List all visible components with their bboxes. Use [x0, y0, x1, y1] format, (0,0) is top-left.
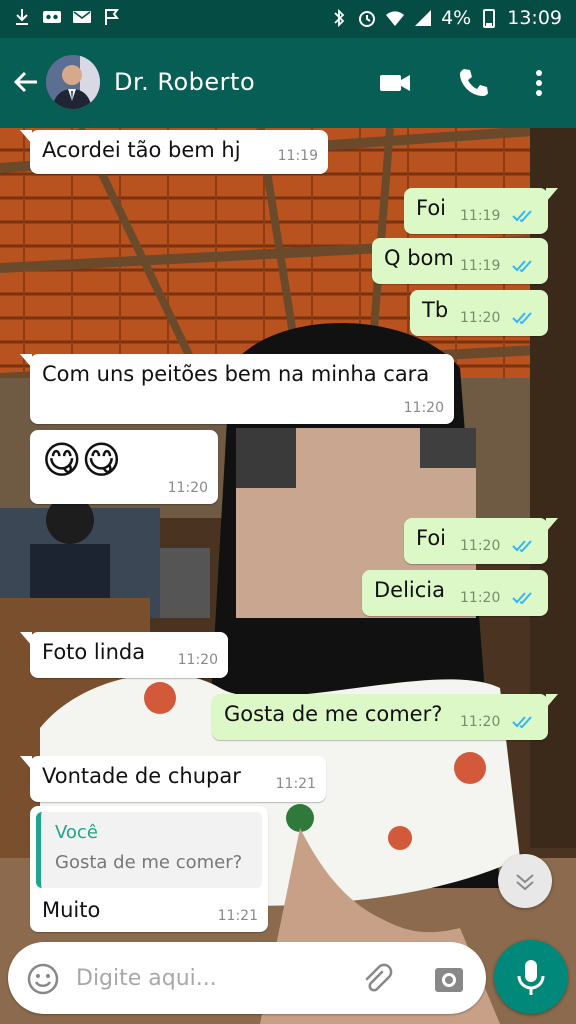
message-emoji: 😋😋	[42, 438, 122, 482]
message-outgoing[interactable]: Foi 11:19	[404, 188, 558, 234]
camera-icon[interactable]	[432, 962, 466, 996]
read-receipt-icon	[512, 210, 532, 223]
voicemail-icon	[43, 11, 61, 23]
message-time: 11:19	[277, 148, 318, 164]
read-receipt-icon	[512, 312, 532, 325]
message-text: Delicia	[374, 578, 446, 602]
read-receipt-icon	[512, 716, 532, 729]
message-incoming[interactable]: 😋😋 11:20	[30, 430, 218, 504]
download-icon	[16, 9, 28, 25]
quoted-message[interactable]: Você Gosta de me comer?	[36, 812, 262, 888]
contact-name[interactable]: Dr. Roberto	[114, 68, 255, 96]
more-vert-icon[interactable]	[522, 66, 556, 100]
mail-icon	[73, 11, 91, 23]
message-input[interactable]	[76, 960, 346, 996]
message-outgoing[interactable]: Q bom 11:19	[372, 238, 548, 284]
mic-button[interactable]	[494, 940, 568, 1014]
message-incoming[interactable]: Com uns peitões bem na minha cara 11:20	[20, 354, 454, 424]
message-time: 11:19	[460, 208, 501, 224]
scroll-to-bottom-button[interactable]	[498, 854, 552, 908]
message-text: Foi	[416, 526, 447, 550]
message-outgoing[interactable]: Tb 11:20	[410, 290, 548, 336]
message-text: Acordei tão bem hj	[42, 138, 241, 162]
message-time: 11:20	[460, 538, 501, 554]
chat-area[interactable]: Acordei tão bem hj 11:19 Foi 11:19 Q bom…	[0, 128, 576, 1024]
status-bar: 4% 13:09	[0, 0, 576, 38]
message-time: 11:20	[460, 590, 501, 606]
emoji-icon[interactable]	[26, 962, 60, 996]
video-call-icon[interactable]	[378, 66, 412, 100]
message-incoming[interactable]: Acordei tão bem hj 11:19	[20, 130, 328, 174]
bluetooth-mute-icon	[334, 8, 345, 28]
message-text: Muito	[42, 898, 101, 922]
alarm-icon	[359, 11, 376, 27]
battery-percent: 4%	[441, 7, 472, 29]
quoted-text: Gosta de me comer?	[55, 852, 243, 873]
message-incoming-reply[interactable]: Você Gosta de me comer? Muito 11:21	[30, 806, 268, 932]
message-time: 11:20	[460, 310, 501, 326]
chat-header: Dr. Roberto	[0, 38, 576, 128]
message-text: Q bom	[384, 246, 454, 270]
read-receipt-icon	[512, 260, 532, 273]
chevron-down-icon	[516, 874, 534, 891]
message-time: 11:20	[460, 714, 501, 730]
message-text: Tb	[422, 298, 449, 322]
avatar[interactable]	[46, 55, 100, 109]
quoted-author: Você	[55, 822, 98, 843]
message-outgoing[interactable]: Gosta de me comer? 11:20	[212, 694, 558, 740]
message-time: 11:20	[177, 652, 218, 668]
wifi-icon	[386, 11, 405, 26]
message-text: Gosta de me comer?	[224, 702, 443, 726]
message-text: Foto linda	[42, 640, 146, 664]
message-text: Vontade de chupar	[42, 764, 241, 788]
attach-icon[interactable]	[360, 962, 394, 996]
message-text: Com uns peitões bem na minha cara	[42, 362, 430, 386]
read-receipt-icon	[512, 540, 532, 553]
message-time: 11:19	[460, 258, 501, 274]
back-arrow-icon[interactable]	[10, 66, 42, 98]
message-time: 11:20	[167, 480, 208, 496]
signal-icon	[415, 10, 432, 26]
mic-icon	[517, 960, 545, 995]
message-text: Foi	[416, 196, 447, 220]
message-time: 11:21	[217, 908, 258, 924]
clock: 13:09	[507, 7, 562, 29]
message-time: 11:20	[403, 400, 444, 416]
battery-icon	[483, 9, 496, 28]
message-composer	[8, 942, 486, 1014]
message-outgoing[interactable]: Delicia 11:20	[362, 570, 548, 616]
message-time: 11:21	[275, 776, 316, 792]
message-incoming[interactable]: Vontade de chupar 11:21	[20, 756, 326, 802]
read-receipt-icon	[512, 592, 532, 605]
message-incoming[interactable]: Foto linda 11:20	[20, 632, 228, 678]
phone-icon[interactable]	[456, 66, 490, 100]
check-flag-icon	[105, 9, 119, 25]
message-outgoing[interactable]: Foi 11:20	[404, 518, 558, 564]
